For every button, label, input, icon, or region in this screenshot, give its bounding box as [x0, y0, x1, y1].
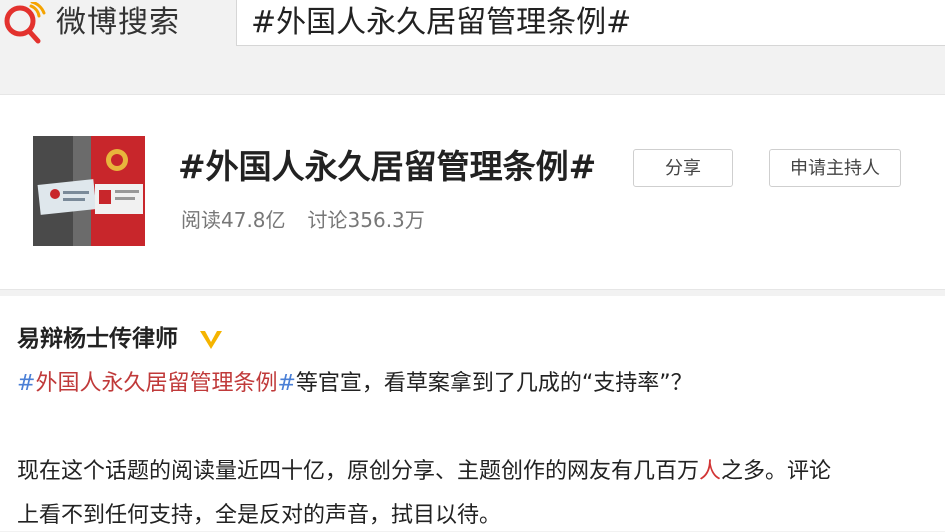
highlighted-text: 人 [699, 459, 722, 484]
read-count: 阅读47.8亿 [181, 208, 286, 232]
hashtag-close[interactable]: # [277, 371, 295, 396]
post-text: 之多。评论 [721, 459, 832, 484]
post-text-line: 现在这个话题的阅读量近四十亿，原创分享、主题创作的网友有几百万人之多。评论 [17, 456, 831, 488]
hashtag-open[interactable]: # [17, 371, 35, 396]
post-text: 等官宣，看草案拿到了几成的“支持率”？ [295, 371, 693, 396]
topic-thumbnail[interactable] [33, 136, 145, 246]
post-card: 易辩杨士传律师 #外国人永久居留管理条例#等官宣，看草案拿到了几成的“支持率”？… [0, 296, 945, 531]
post-text: 现在这个话题的阅读量近四十亿，原创分享、主题创作的网友有几百万 [17, 459, 700, 484]
weibo-search-logo-icon[interactable] [2, 2, 48, 44]
topic-thumbnail-image [33, 136, 145, 246]
share-button[interactable]: 分享 [633, 149, 733, 187]
post-text-line: 上看不到任何支持，全是反对的声音，拭目以待。 [17, 503, 502, 528]
topic-card: #外国人永久居留管理条例# 阅读47.8亿 讨论356.3万 分享 申请主持人 [0, 94, 945, 290]
verified-v-icon [200, 331, 222, 349]
topic-title: #外国人永久居留管理条例# [178, 147, 597, 186]
search-header: 微博搜索 #外国人永久居留管理条例# [0, 0, 945, 50]
post-text-line: #外国人永久居留管理条例#等官宣，看草案拿到了几成的“支持率”？ [17, 368, 693, 400]
discussion-count: 讨论356.3万 [307, 208, 425, 232]
topic-stats: 阅读47.8亿 讨论356.3万 [181, 206, 425, 234]
apply-host-button[interactable]: 申请主持人 [769, 149, 901, 187]
search-input[interactable]: #外国人永久居留管理条例# [236, 0, 945, 46]
brand-title: 微博搜索 [56, 5, 180, 40]
hashtag-link[interactable]: 外国人永久居留管理条例 [35, 371, 277, 396]
search-query-text[interactable]: #外国人永久居留管理条例# [251, 4, 631, 42]
post-author-name[interactable]: 易辩杨士传律师 [17, 323, 178, 355]
